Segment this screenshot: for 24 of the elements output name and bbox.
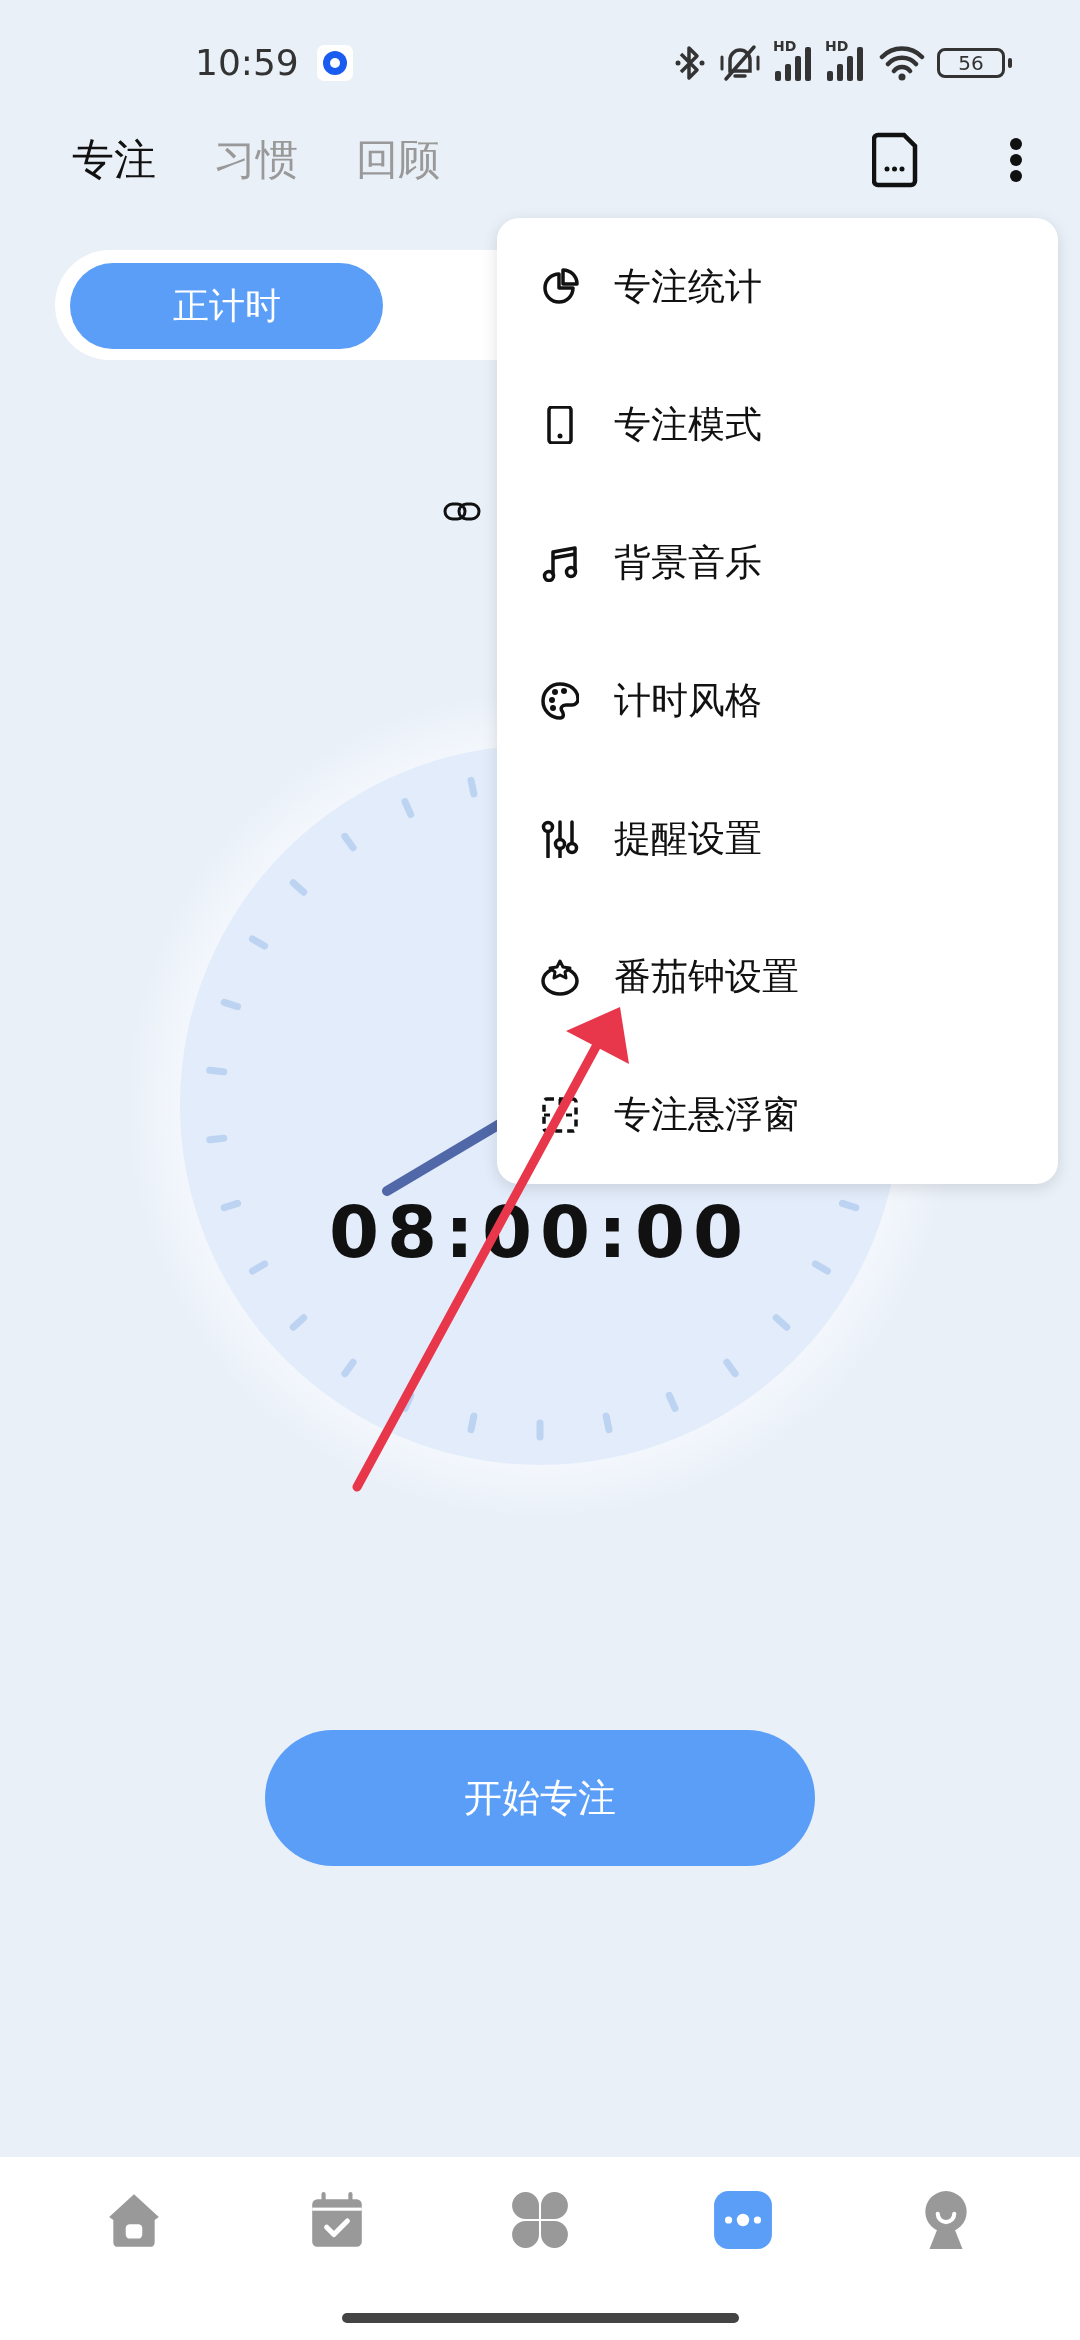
dashed-window-icon bbox=[541, 1096, 579, 1134]
header-tab[interactable]: 专注 bbox=[72, 132, 156, 188]
menu-item[interactable]: 专注模式 bbox=[614, 400, 762, 450]
pie-chart-icon bbox=[541, 268, 579, 306]
menu-item[interactable]: 专注悬浮窗 bbox=[614, 1090, 799, 1140]
sliders-icon bbox=[541, 820, 579, 858]
menu-item[interactable]: 背景音乐 bbox=[614, 538, 762, 588]
menu-item[interactable]: 专注统计 bbox=[614, 262, 762, 312]
network-type-label: HD bbox=[825, 38, 849, 53]
document-icon[interactable] bbox=[872, 132, 918, 188]
clock-time: 10:59 bbox=[195, 42, 299, 83]
battery-indicator: 56 bbox=[937, 47, 1012, 78]
link-icon bbox=[443, 500, 481, 524]
chat-dots-icon[interactable] bbox=[712, 2189, 775, 2251]
menu-item[interactable]: 番茄钟设置 bbox=[614, 952, 799, 1002]
more-icon[interactable] bbox=[1008, 137, 1024, 183]
menu-item[interactable]: 提醒设置 bbox=[614, 814, 762, 864]
app-notification-icon bbox=[316, 44, 353, 81]
network-type-label: HD bbox=[773, 38, 797, 53]
palette-icon bbox=[541, 682, 579, 720]
menu-item[interactable]: 计时风格 bbox=[614, 676, 762, 726]
wifi-icon bbox=[879, 44, 925, 81]
music-note-icon bbox=[541, 544, 579, 582]
tomato-icon bbox=[541, 958, 579, 996]
